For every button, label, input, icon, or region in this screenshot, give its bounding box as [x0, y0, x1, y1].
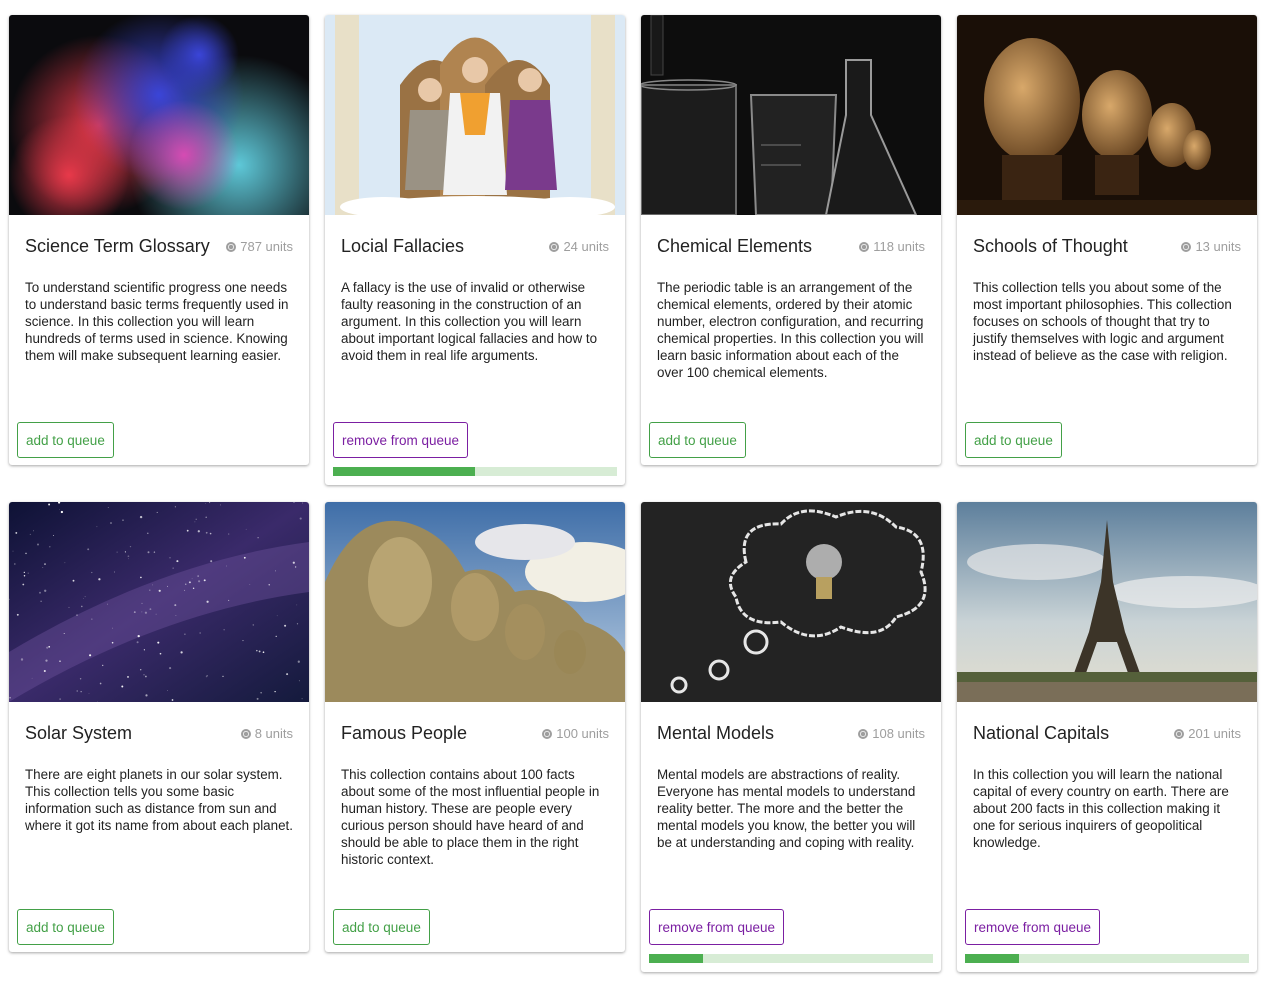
progress-fill [649, 954, 703, 963]
card-title: Science Term Glossary [25, 236, 210, 256]
progress-bar [649, 954, 933, 963]
units-icon [1174, 728, 1185, 739]
add-to-queue-button[interactable]: add to queue [333, 909, 430, 945]
units-count: 118 units [859, 239, 925, 254]
units-icon [858, 728, 869, 739]
collection-card: Mental Models 108 units Mental models ar… [641, 502, 941, 972]
collection-card: Locial Fallacies 24 units A fallacy is t… [325, 15, 625, 485]
collection-card: Solar System 8 units There are eight pla… [9, 502, 309, 952]
units-count: 24 units [549, 239, 609, 254]
card-description: The periodic table is an arrangement of … [657, 280, 924, 380]
collection-card: Chemical Elements 118 units The periodic… [641, 15, 941, 465]
units-count: 108 units [858, 726, 925, 741]
philosophers-illustration-image [325, 15, 625, 215]
progress-bar [965, 954, 1249, 963]
progress-fill [965, 954, 1019, 963]
add-to-queue-button[interactable]: add to queue [17, 909, 114, 945]
colored-smoke-image [9, 15, 309, 215]
card-title: National Capitals [973, 723, 1110, 743]
add-to-queue-button[interactable]: add to queue [649, 422, 746, 458]
add-to-queue-button[interactable]: add to queue [965, 422, 1062, 458]
add-to-queue-button[interactable]: add to queue [17, 422, 114, 458]
card-description: In this collection you will learn the na… [973, 767, 1229, 850]
card-description: A fallacy is the use of invalid or other… [341, 280, 598, 363]
units-icon [226, 241, 237, 252]
philosopher-busts-image [957, 15, 1257, 215]
units-icon [549, 241, 560, 252]
card-description: This collection contains about 100 facts… [341, 767, 600, 867]
units-count: 13 units [1181, 239, 1241, 254]
units-count: 201 units [1174, 726, 1241, 741]
progress-fill [333, 467, 475, 476]
card-title: Locial Fallacies [341, 236, 465, 256]
units-count: 100 units [542, 726, 609, 741]
card-description: To understand scientific progress one ne… [25, 280, 289, 363]
remove-from-queue-button[interactable]: remove from queue [649, 909, 785, 945]
card-description: There are eight planets in our solar sys… [25, 767, 293, 833]
card-title: Schools of Thought [973, 236, 1128, 256]
card-title: Solar System [25, 723, 133, 743]
mount-rushmore-image [325, 502, 625, 702]
remove-from-queue-button[interactable]: remove from queue [965, 909, 1101, 945]
lab-glassware-image [641, 15, 941, 215]
eiffel-tower-image [957, 502, 1257, 702]
card-title: Mental Models [657, 723, 775, 743]
collection-card: Science Term Glossary 787 units To under… [9, 15, 309, 465]
units-icon [542, 728, 553, 739]
units-count: 8 units [240, 726, 293, 741]
units-count: 787 units [226, 239, 293, 254]
card-description: Mental models are abstractions of realit… [657, 767, 916, 850]
collection-card: Schools of Thought 13 units This collect… [957, 15, 1257, 465]
milky-way-image [9, 502, 309, 702]
collection-card: National Capitals 201 units In this coll… [957, 502, 1257, 972]
lightbulb-thought-bubble-image [641, 502, 941, 702]
collection-card: Famous People 100 units This collection … [325, 502, 625, 952]
units-icon [1181, 241, 1192, 252]
units-icon [240, 728, 251, 739]
progress-bar [333, 467, 617, 476]
card-description: This collection tells you about some of … [973, 280, 1232, 363]
card-title: Chemical Elements [657, 236, 813, 256]
card-title: Famous People [341, 723, 468, 743]
remove-from-queue-button[interactable]: remove from queue [333, 422, 469, 458]
units-icon [859, 241, 870, 252]
